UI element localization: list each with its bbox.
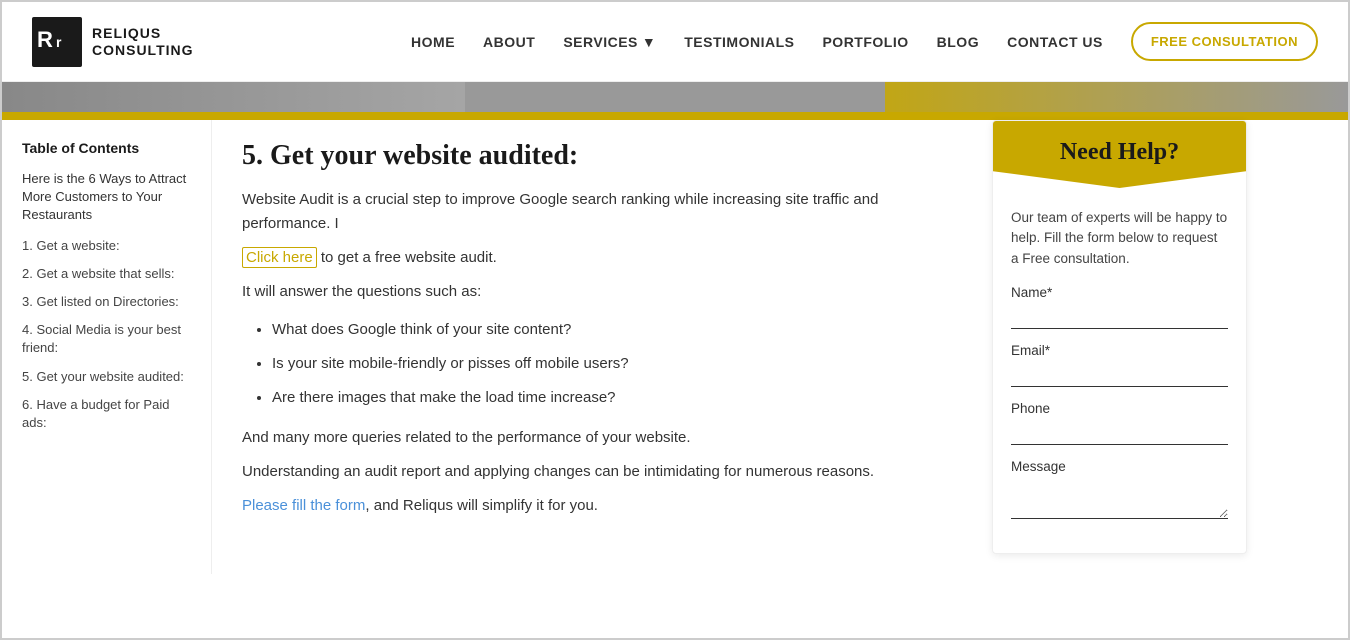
form-group-message: Message xyxy=(1011,459,1228,524)
image-strip xyxy=(2,82,1348,112)
toc-item-5[interactable]: 5. Get your website audited: xyxy=(22,368,196,386)
click-here-link[interactable]: Click here xyxy=(242,247,317,268)
phone-label: Phone xyxy=(1011,401,1228,416)
nav-testimonials[interactable]: TESTIMONIALS xyxy=(684,34,794,50)
form-group-name: Name* xyxy=(1011,285,1228,329)
free-consultation-button[interactable]: FREE CONSULTATION xyxy=(1131,22,1318,61)
need-help-header: Need Help? xyxy=(993,121,1246,188)
nav-area: HOME ABOUT SERVICES ▼ TESTIMONIALS PORTF… xyxy=(411,22,1318,61)
understanding-para: Understanding an audit report and applyi… xyxy=(242,460,942,484)
please-suffix: , and Reliqus will simplify it for you. xyxy=(365,497,598,514)
need-help-body: Our team of experts will be happy to hel… xyxy=(993,193,1246,553)
toc-item-1[interactable]: 1. Get a website: xyxy=(22,237,196,255)
right-sidebar: Need Help? Our team of experts will be h… xyxy=(972,120,1267,574)
email-label: Email* xyxy=(1011,343,1228,358)
section-title: 5. Get your website audited: xyxy=(242,140,942,172)
toc-item-3[interactable]: 3. Get listed on Directories: xyxy=(22,293,196,311)
and-many-more-para: And many more queries related to the per… xyxy=(242,426,942,450)
need-help-box: Need Help? Our team of experts will be h… xyxy=(992,120,1247,554)
toc-intro: Here is the 6 Ways to Attract More Custo… xyxy=(22,170,196,225)
nav-services[interactable]: SERVICES ▼ xyxy=(563,34,656,50)
nav-contact[interactable]: CONTACT US xyxy=(1007,34,1103,50)
logo-area: R r RELIQUS CONSULTING xyxy=(32,17,194,67)
content-para-1: Website Audit is a crucial step to impro… xyxy=(242,188,942,236)
message-input[interactable] xyxy=(1011,478,1228,519)
chevron-down-icon: ▼ xyxy=(642,34,656,50)
message-label: Message xyxy=(1011,459,1228,474)
bullet-list: What does Google think of your site cont… xyxy=(242,318,942,410)
questions-intro: It will answer the questions such as: xyxy=(242,280,942,304)
nav-home[interactable]: HOME xyxy=(411,34,455,50)
svg-text:r: r xyxy=(56,34,62,50)
gold-bar xyxy=(2,112,1348,120)
toc-item-2[interactable]: 2. Get a website that sells: xyxy=(22,265,196,283)
main-content: 5. Get your website audited: Website Aud… xyxy=(212,120,972,574)
please-fill-para: Please fill the form, and Reliqus will s… xyxy=(242,494,942,518)
form-group-phone: Phone xyxy=(1011,401,1228,445)
toc-item-4[interactable]: 4. Social Media is your best friend: xyxy=(22,321,196,357)
bullet-item-2: Is your site mobile-friendly or pisses o… xyxy=(272,352,942,376)
email-input[interactable] xyxy=(1011,362,1228,387)
logo-text: RELIQUS CONSULTING xyxy=(92,25,194,59)
please-fill-link[interactable]: Please fill the form xyxy=(242,497,365,514)
toc-title: Table of Contents xyxy=(22,140,196,156)
toc-item-6[interactable]: 6. Have a budget for Paid ads: xyxy=(22,396,196,432)
click-here-suffix: to get a free website audit. xyxy=(317,249,497,266)
header: R r RELIQUS CONSULTING HOME ABOUT SERVIC… xyxy=(2,2,1348,82)
nav-about[interactable]: ABOUT xyxy=(483,34,535,50)
name-input[interactable] xyxy=(1011,304,1228,329)
name-label: Name* xyxy=(1011,285,1228,300)
nav-portfolio[interactable]: PORTFOLIO xyxy=(822,34,908,50)
nav-blog[interactable]: BLOG xyxy=(937,34,979,50)
need-help-description: Our team of experts will be happy to hel… xyxy=(1011,208,1228,269)
main-layout: Table of Contents Here is the 6 Ways to … xyxy=(2,120,1348,574)
hero-image xyxy=(465,82,885,112)
bullet-item-1: What does Google think of your site cont… xyxy=(272,318,942,342)
content-click-here-para: Click here to get a free website audit. xyxy=(242,246,942,270)
need-help-title: Need Help? xyxy=(1013,139,1226,166)
logo-icon: R r xyxy=(32,17,82,67)
table-of-contents-sidebar: Table of Contents Here is the 6 Ways to … xyxy=(2,120,212,574)
svg-text:R: R xyxy=(37,27,53,52)
phone-input[interactable] xyxy=(1011,420,1228,445)
form-group-email: Email* xyxy=(1011,343,1228,387)
bullet-item-3: Are there images that make the load time… xyxy=(272,386,942,410)
